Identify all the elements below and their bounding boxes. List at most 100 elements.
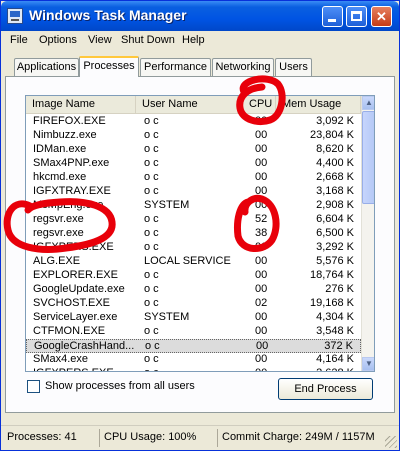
status-commit-charge: Commit Charge: 249M / 1157M [217, 429, 387, 447]
table-row[interactable]: IGFXPERS.EXE o c 00 3,292 K [26, 241, 361, 255]
task-manager-window: Windows Task Manager ✕ File Options View… [0, 0, 400, 451]
cell-image-name: GoogleUpdate.exe [33, 283, 125, 295]
cell-cpu: 00 [255, 367, 267, 371]
tab-performance[interactable]: Performance [140, 58, 211, 76]
window-title: Windows Task Manager [29, 7, 187, 23]
menu-shut-down[interactable]: Shut Down [121, 34, 175, 46]
tab-users[interactable]: Users [275, 58, 312, 76]
table-row[interactable]: IDMan.exe o c 00 8,620 K [26, 143, 361, 157]
menu-options[interactable]: Options [39, 34, 77, 46]
show-all-processes-checkbox[interactable] [27, 380, 40, 393]
show-all-processes-label[interactable]: Show processes from all users [45, 380, 195, 392]
scroll-down-icon[interactable]: ▼ [362, 357, 374, 371]
table-row[interactable]: ALG.EXE LOCAL SERVICE 00 5,576 K [26, 255, 361, 269]
cell-mem-usage: 4,304 K [316, 311, 354, 323]
cell-cpu: 00 [255, 311, 268, 323]
cell-mem-usage: 6,500 K [316, 227, 354, 239]
maximize-button[interactable] [346, 6, 367, 27]
end-process-button[interactable]: End Process [278, 378, 373, 400]
cell-user-name: o c [145, 340, 160, 352]
cell-mem-usage: 2,908 K [316, 199, 354, 211]
minimize-button[interactable] [322, 6, 343, 27]
table-row[interactable]: FIREFOX.EXE o c 00 3,092 K [26, 115, 361, 129]
cell-image-name: hkcmd.exe [33, 171, 87, 183]
table-row[interactable]: regsvr.exe o c 52 6,604 K [26, 213, 361, 227]
table-row[interactable]: ServiceLayer.exe SYSTEM 00 4,304 K [26, 311, 361, 325]
cell-user-name: o c [144, 171, 159, 183]
close-button[interactable]: ✕ [371, 6, 392, 27]
cell-user-name: o c [144, 241, 159, 253]
scroll-thumb[interactable] [362, 111, 374, 204]
table-row[interactable]: CTFMON.EXE o c 00 3,548 K [26, 325, 361, 339]
cell-user-name: o c [144, 269, 159, 281]
cell-cpu: 00 [255, 353, 268, 365]
table-row[interactable]: IGFXPERS.EXE o c 00 2,628 K [26, 367, 361, 371]
cell-user-name: SYSTEM [144, 311, 190, 323]
cell-user-name: o c [144, 143, 159, 155]
table-row[interactable]: EXPLORER.EXE o c 00 18,764 K [26, 269, 361, 283]
cell-mem-usage: 276 K [325, 283, 354, 295]
cell-cpu: 00 [255, 255, 268, 267]
cell-cpu: 00 [255, 283, 268, 295]
cell-cpu: 00 [255, 325, 268, 337]
table-row[interactable]: SMax4PNP.exe o c 00 4,400 K [26, 157, 361, 171]
cell-user-name: o c [144, 185, 159, 197]
cell-mem-usage: 2,668 K [316, 171, 354, 183]
process-list[interactable]: Image Name User Name CPU Mem Usage FIREF… [25, 95, 375, 372]
cell-cpu: 00 [255, 129, 268, 141]
cell-image-name: Nimbuzz.exe [33, 129, 97, 141]
cell-user-name: LOCAL SERVICE [144, 255, 231, 267]
cell-user-name: SYSTEM [144, 199, 190, 211]
cell-mem-usage: 4,164 K [316, 353, 354, 365]
title-bar[interactable]: Windows Task Manager ✕ [1, 1, 399, 31]
table-row[interactable]: IGFXTRAY.EXE o c 00 3,168 K [26, 185, 361, 199]
menu-file[interactable]: File [10, 34, 28, 46]
cell-image-name: SMax4.exe [33, 353, 89, 365]
cell-mem-usage: 6,604 K [316, 213, 354, 225]
cell-user-name: o c [144, 129, 159, 141]
cell-user-name: o c [144, 227, 159, 239]
cell-mem-usage: 8,620 K [316, 143, 354, 155]
column-headers: Image Name User Name CPU Mem Usage [26, 96, 361, 114]
table-row[interactable]: hkcmd.exe o c 00 2,668 K [26, 171, 361, 185]
header-user-name[interactable]: User Name [136, 96, 238, 114]
cell-cpu: 00 [256, 340, 269, 352]
maximize-icon [351, 11, 362, 21]
cell-image-name: FIREFOX.EXE [33, 115, 106, 127]
table-row[interactable]: MsMpEng.exe SYSTEM 00 2,908 K [26, 199, 361, 213]
table-row[interactable]: Nimbuzz.exe o c 00 23,804 K [26, 129, 361, 143]
resize-grip-icon[interactable] [385, 436, 397, 448]
cell-image-name: IGFXTRAY.EXE [33, 185, 111, 197]
menu-help[interactable]: Help [182, 34, 205, 46]
header-mem-usage[interactable]: Mem Usage [276, 96, 361, 114]
cell-image-name: IGFXPERS.EXE [33, 367, 114, 371]
table-row[interactable]: GoogleCrashHand... o c 00 372 K [26, 339, 361, 353]
menu-view[interactable]: View [88, 34, 112, 46]
tab-networking[interactable]: Networking [212, 58, 274, 76]
cell-mem-usage: 3,168 K [316, 185, 354, 197]
task-manager-icon [7, 8, 23, 24]
cell-user-name: o c [144, 367, 159, 371]
status-bar: Processes: 41 CPU Usage: 100% Commit Cha… [1, 425, 399, 450]
header-cpu[interactable]: CPU [238, 96, 276, 114]
cell-image-name: ALG.EXE [33, 255, 81, 267]
cell-user-name: o c [144, 157, 159, 169]
table-row[interactable]: SMax4.exe o c 00 4,164 K [26, 353, 361, 367]
cell-user-name: o c [144, 325, 159, 337]
cell-image-name: regsvr.exe [33, 213, 84, 225]
cell-image-name: regsvr.exe [33, 227, 84, 239]
vertical-scrollbar[interactable]: ▲ ▼ [361, 96, 374, 371]
minimize-icon [328, 19, 336, 22]
tab-applications[interactable]: Applications [14, 58, 79, 76]
table-row[interactable]: SVCHOST.EXE o c 02 19,168 K [26, 297, 361, 311]
tab-processes[interactable]: Processes [79, 56, 139, 77]
table-row[interactable]: regsvr.exe o c 38 6,500 K [26, 227, 361, 241]
table-row[interactable]: GoogleUpdate.exe o c 00 276 K [26, 283, 361, 297]
header-image-name[interactable]: Image Name [26, 96, 136, 114]
cell-user-name: o c [144, 297, 159, 309]
scroll-up-icon[interactable]: ▲ [362, 96, 374, 110]
menu-bar: File Options View Shut Down Help [1, 31, 399, 51]
cell-cpu: 02 [255, 297, 268, 309]
cell-cpu: 00 [255, 143, 268, 155]
cell-cpu: 38 [255, 227, 268, 239]
